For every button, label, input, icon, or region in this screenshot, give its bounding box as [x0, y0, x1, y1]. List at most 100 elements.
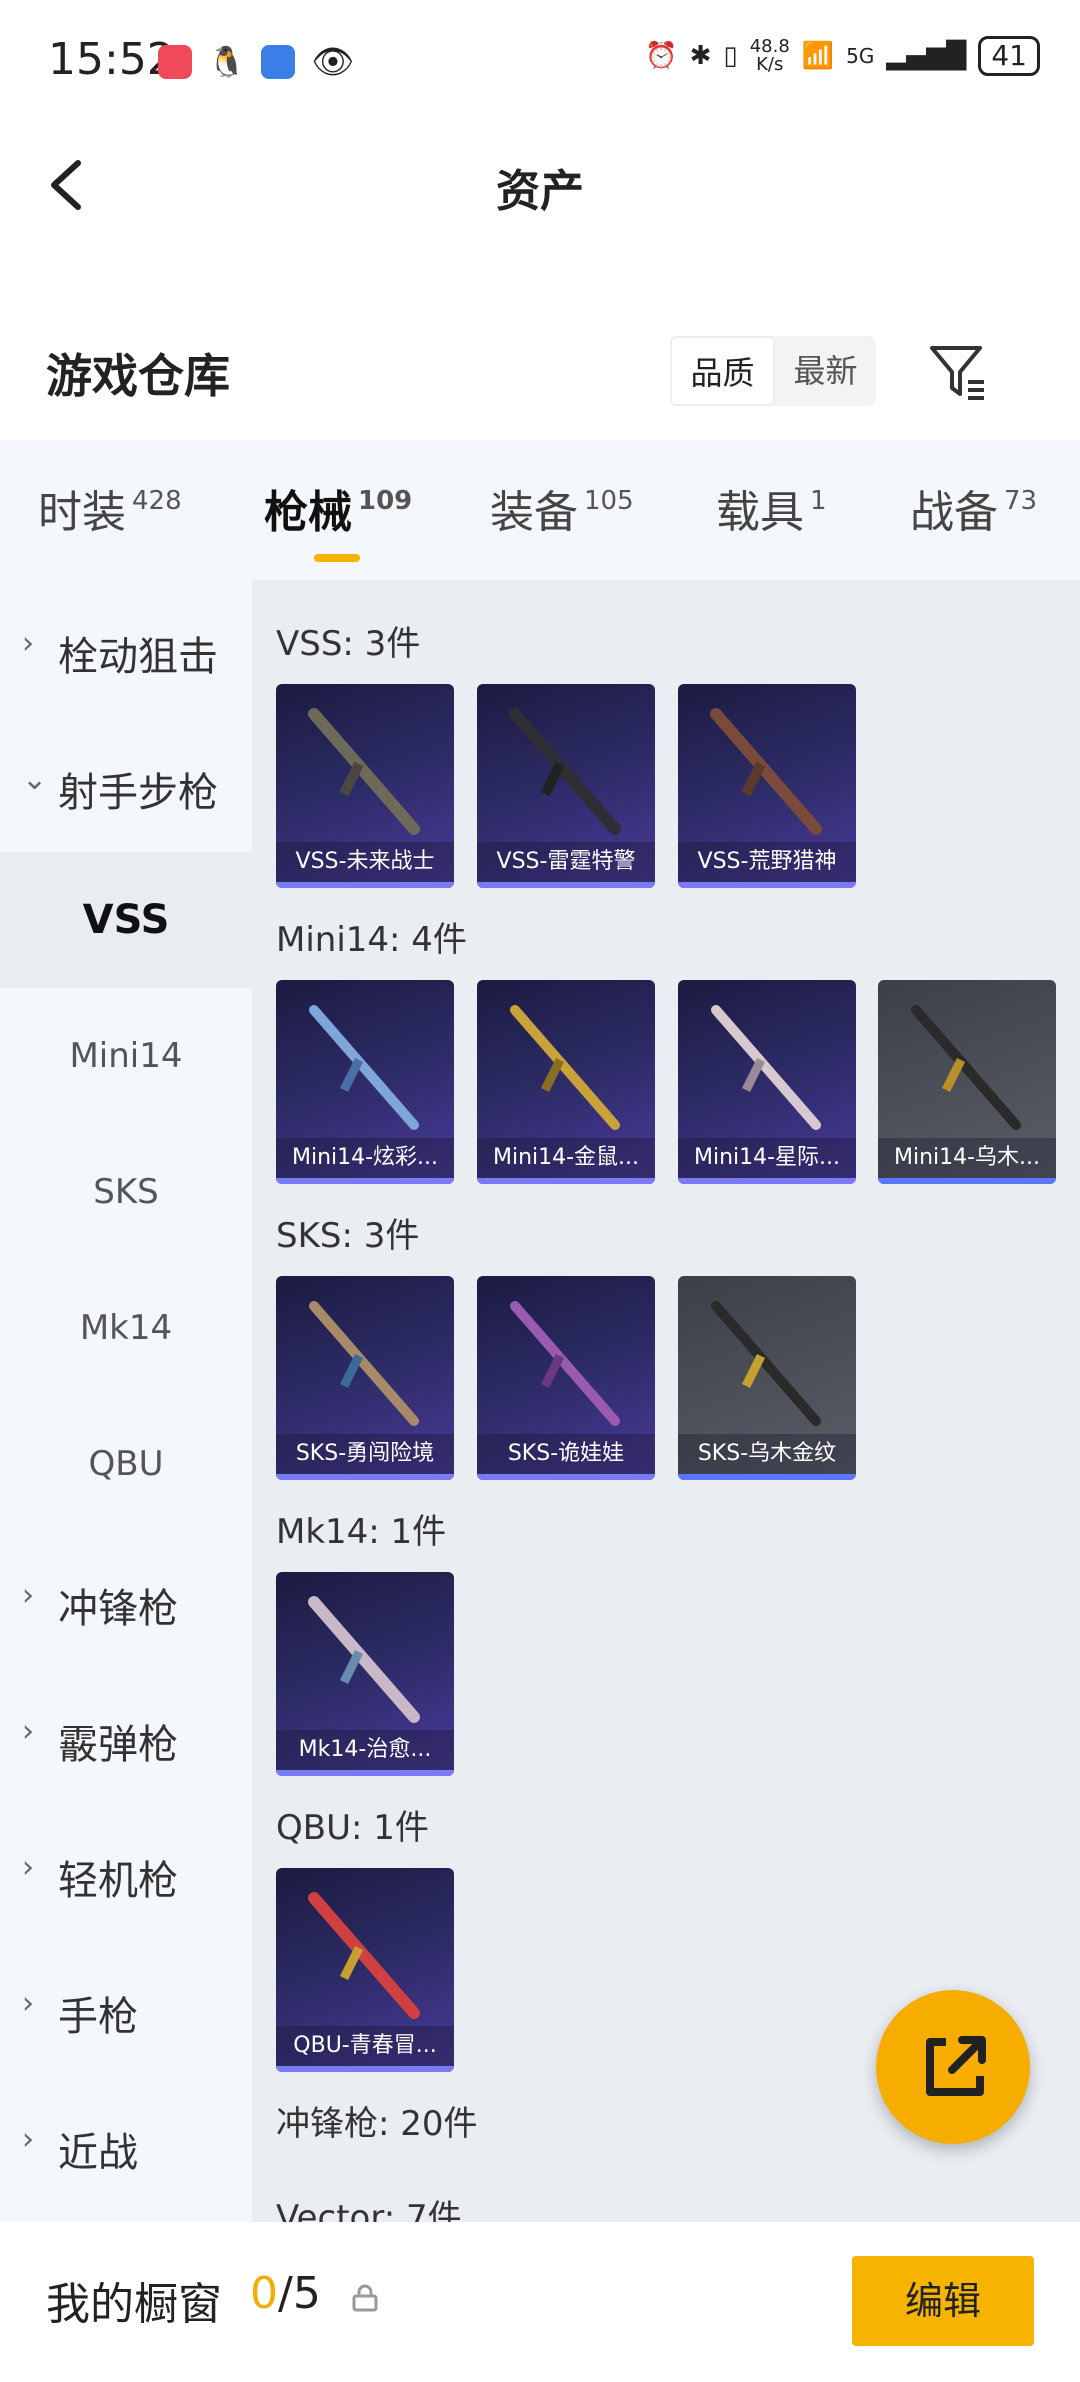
sidebar-item-bolt-sniper[interactable]: › 栓动狙击 [0, 580, 252, 716]
skin-name: Mini14-炫彩... [276, 1138, 454, 1178]
skin-card[interactable]: Mk14-治愈... [276, 1572, 454, 1776]
sidebar-item-label: 栓动狙击 [58, 634, 218, 680]
group-title: VSS: 3件 [276, 624, 421, 664]
tab-vehicles[interactable]: 载具 1 [716, 476, 827, 540]
rarity-bar [477, 882, 655, 888]
rarity-bar [477, 1474, 655, 1480]
share-icon [926, 2036, 986, 2096]
skin-card[interactable]: SKS-诡娃娃 [477, 1276, 655, 1480]
skin-name: VSS-雷霆特警 [477, 842, 655, 882]
tab-gear[interactable]: 战备 73 [910, 476, 1037, 540]
group-title: Vector: 7件 [276, 2198, 462, 2222]
network-speed-unit: K/s [756, 54, 784, 75]
rarity-bar [276, 882, 454, 888]
app-notification-icon [158, 45, 192, 79]
rarity-bar [276, 1770, 454, 1776]
tab-label: 战备 [910, 487, 998, 538]
rifle-icon [309, 1005, 419, 1130]
chevron-down-icon: ⌄ [22, 762, 48, 797]
section-header: 游戏仓库 品质 最新 [0, 320, 1080, 430]
sidebar-item-label: 近战 [58, 2130, 138, 2176]
filter-icon[interactable] [928, 342, 988, 402]
sidebar-item-smg[interactable]: › 冲锋枪 [0, 1532, 252, 1668]
tab-count: 73 [1004, 486, 1038, 516]
sidebar-subitem-mk14[interactable]: Mk14 [0, 1260, 252, 1396]
skin-name: Mk14-治愈... [276, 1730, 454, 1770]
skin-card[interactable]: Mini14-金鼠... [477, 980, 655, 1184]
group-title: Mk14: 1件 [276, 1512, 447, 1552]
skin-card[interactable]: VSS-荒野猎神 [678, 684, 856, 888]
wifi-icon: 📶 [801, 41, 835, 71]
skin-name: QBU-青春冒... [276, 2026, 454, 2066]
active-tab-indicator [314, 554, 360, 562]
showcase-count-value: 0 [250, 2268, 278, 2319]
sidebar-subitem-qbu[interactable]: QBU [0, 1396, 252, 1532]
network-speed: 48.8 K/s [750, 38, 790, 74]
tab-label: 装备 [490, 487, 578, 538]
skin-name: SKS-诡娃娃 [477, 1434, 655, 1474]
rifle-icon [308, 1892, 420, 2019]
tab-fashion[interactable]: 时装 428 [38, 476, 182, 540]
sidebar-item-lmg[interactable]: › 轻机枪 [0, 1804, 252, 1940]
skin-card[interactable]: SKS-勇闯险境 [276, 1276, 454, 1480]
rarity-bar [678, 1178, 856, 1184]
showcase-title: 我的橱窗 [46, 2279, 222, 2330]
sidebar-item-label: 霰弹枪 [58, 1722, 178, 1768]
signal-bars-icon: ▂▄▆█ [886, 41, 967, 71]
cell-signal: 5G [846, 44, 875, 68]
sidebar-subitem-sks[interactable]: SKS [0, 1124, 252, 1260]
skin-card[interactable]: Mini14-炫彩... [276, 980, 454, 1184]
vibrate-icon: ▯ [723, 41, 738, 71]
group-title: 冲锋枪: 20件 [276, 2104, 478, 2144]
sidebar-subitem-vss[interactable]: VSS [0, 852, 252, 988]
sidebar-item-shotgun[interactable]: › 霰弹枪 [0, 1668, 252, 1804]
showcase-bar: 我的橱窗 0/5 编辑 [0, 2222, 1080, 2382]
sidebar-item-label: 手枪 [58, 1994, 138, 2040]
app-header: 资产 [0, 125, 1080, 245]
rifle-icon [308, 708, 420, 835]
skin-card[interactable]: SKS-乌木金纹 [678, 1276, 856, 1480]
page-title: 资产 [496, 166, 584, 217]
skin-card[interactable]: VSS-未来战士 [276, 684, 454, 888]
rifle-icon [309, 1301, 419, 1426]
tab-guns[interactable]: 枪械 109 [264, 476, 413, 562]
sidebar-subitem-mini14[interactable]: Mini14 [0, 988, 252, 1124]
sidebar-item-pistol[interactable]: › 手枪 [0, 1940, 252, 2076]
tab-equipment[interactable]: 装备 105 [490, 476, 634, 540]
showcase-count: 0/5 [250, 2268, 321, 2319]
skin-name: SKS-勇闯险境 [276, 1434, 454, 1474]
rarity-bar [678, 882, 856, 888]
status-bar: 15:52 🐧 👁 ⏰ ✱ ▯ 48.8 K/s 📶 5G ▂▄▆█ 41 [0, 0, 1080, 125]
skin-card[interactable]: QBU-青春冒... [276, 1868, 454, 2072]
chevron-right-icon: › [22, 1986, 34, 2021]
rarity-bar [276, 2066, 454, 2072]
chevron-right-icon: › [22, 626, 34, 661]
skin-name: VSS-荒野猎神 [678, 842, 856, 882]
rarity-bar [678, 1474, 856, 1480]
tab-count: 109 [358, 486, 413, 516]
skin-card[interactable]: Mini14-星际... [678, 980, 856, 1184]
showcase-count-total: /5 [278, 2268, 321, 2319]
chevron-right-icon: › [22, 2122, 34, 2157]
sort-latest-button[interactable]: 最新 [775, 336, 876, 406]
rifle-icon [510, 1005, 620, 1130]
edit-button[interactable]: 编辑 [852, 2256, 1034, 2346]
sidebar-item-melee[interactable]: › 近战 [0, 2076, 252, 2212]
skin-card[interactable]: VSS-雷霆特警 [477, 684, 655, 888]
category-tabs: 时装 428 枪械 109 装备 105 载具 1 战备 73 [0, 440, 1080, 580]
sidebar-item-marksman-rifle[interactable]: ⌄ 射手步枪 [0, 716, 252, 852]
rarity-bar [878, 1178, 1056, 1184]
tab-label: 载具 [716, 487, 804, 538]
tab-count: 105 [584, 486, 634, 516]
skin-name: SKS-乌木金纹 [678, 1434, 856, 1474]
sidebar-item-label: 冲锋枪 [58, 1586, 178, 1632]
status-time: 15:52 [48, 34, 175, 85]
lock-icon [352, 2284, 378, 2312]
skin-card[interactable]: Mini14-乌木... [878, 980, 1056, 1184]
rifle-icon [710, 708, 822, 835]
rarity-bar [477, 1178, 655, 1184]
tab-count: 1 [810, 486, 827, 516]
sort-quality-button[interactable]: 品质 [670, 336, 775, 406]
alarm-icon: ⏰ [645, 41, 678, 71]
share-button[interactable] [876, 1990, 1030, 2144]
